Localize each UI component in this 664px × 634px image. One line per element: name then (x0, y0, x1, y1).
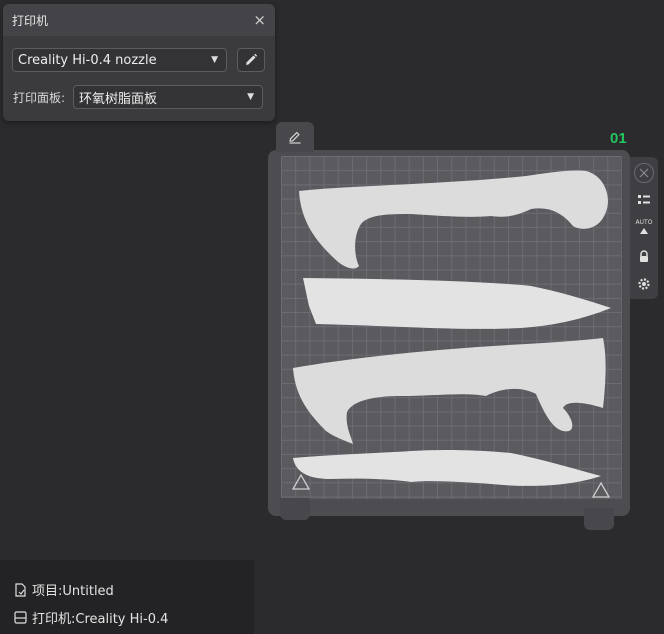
edit-printer-button[interactable] (237, 48, 265, 72)
model-handle-2 (293, 338, 606, 444)
status-panel: 项目:Untitled 打印机:Creality Hi-0.4 (0, 560, 254, 634)
plate-logo-tab (584, 508, 614, 530)
plate-select[interactable]: 环氧树脂面板 ▼ (73, 85, 264, 109)
plate-models (291, 170, 611, 498)
plate-label: 打印面板: (13, 90, 66, 105)
pencil-icon (246, 53, 258, 65)
close-icon[interactable]: × (253, 12, 266, 28)
plate-toolbar: AUTO (630, 157, 658, 299)
warning-icon (291, 473, 311, 490)
model-blade-1 (303, 278, 611, 329)
lock-icon[interactable] (633, 245, 655, 267)
settings-icon[interactable] (633, 273, 655, 295)
pencil-icon (289, 131, 301, 144)
printer-select[interactable]: Creality Hi-0.4 nozzle ▼ (12, 48, 227, 72)
warning-icon (591, 481, 611, 498)
x-icon (639, 168, 649, 178)
chevron-down-icon: ▼ (247, 92, 255, 102)
printer-panel-header: 打印机 × (3, 4, 275, 36)
status-project[interactable]: 项目:Untitled (14, 580, 114, 599)
plate-select-value: 环氧树脂面板 (79, 91, 158, 107)
close-icon[interactable] (634, 163, 654, 183)
model-knife-2 (293, 449, 601, 486)
file-icon (15, 582, 26, 597)
list-icon[interactable] (633, 189, 655, 211)
auto-arrange-icon[interactable]: AUTO (633, 217, 655, 239)
project-label: 项目:Untitled (32, 584, 114, 599)
plate-logo-tab (280, 498, 310, 520)
rename-plate-button[interactable] (276, 122, 314, 152)
model-handle-1 (299, 170, 608, 269)
chevron-down-icon: ▼ (211, 55, 218, 65)
printer-select-value: Creality Hi-0.4 nozzle (18, 52, 157, 68)
status-printer[interactable]: 打印机:Creality Hi-0.4 (14, 608, 168, 627)
plate-number: 01 (610, 130, 627, 147)
printer-panel: 打印机 × Creality Hi-0.4 nozzle ▼ 打印面板: 环氧树… (3, 4, 275, 121)
printer-panel-title: 打印机 (12, 13, 49, 28)
printer-icon (14, 611, 27, 624)
printer-label: 打印机:Creality Hi-0.4 (32, 612, 169, 627)
